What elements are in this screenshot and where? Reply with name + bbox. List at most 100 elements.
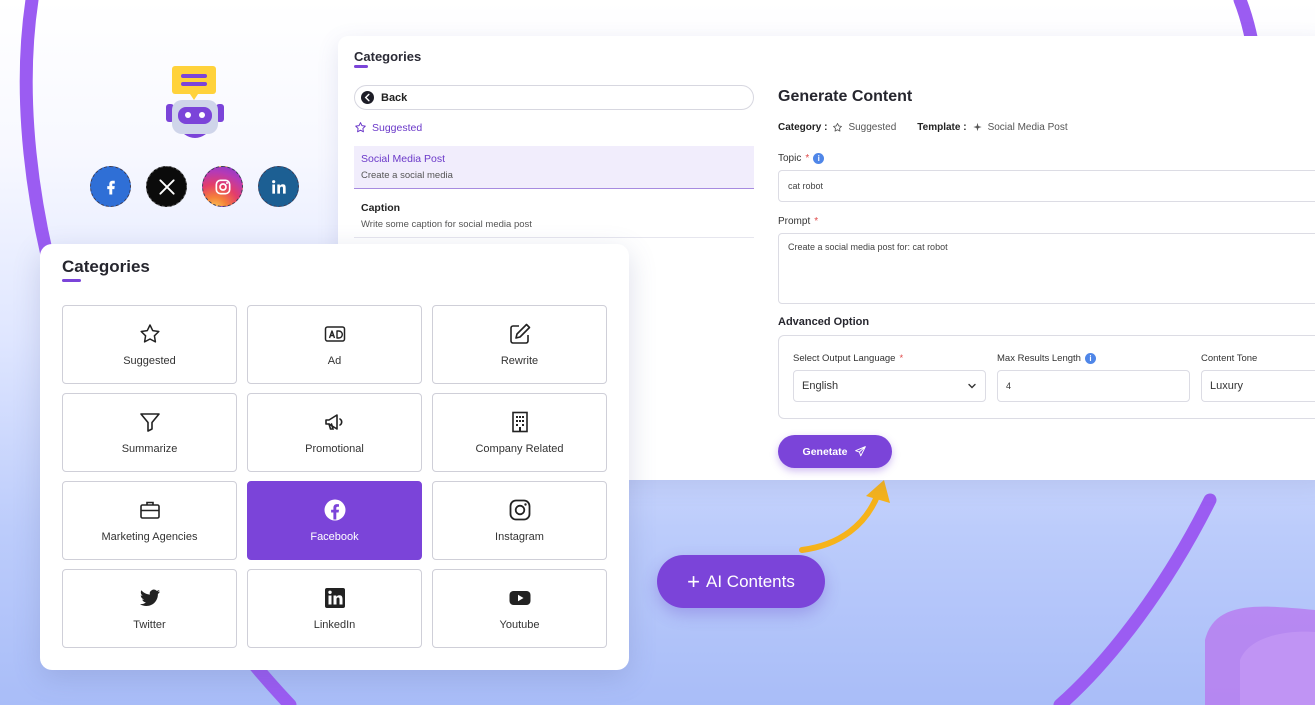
advanced-option-label: Advanced Option bbox=[778, 316, 870, 328]
category-tile-instagram[interactable]: Instagram bbox=[432, 481, 607, 560]
ai-contents-label: AI Contents bbox=[706, 571, 795, 591]
tile-label: LinkedIn bbox=[313, 619, 356, 631]
prompt-value: Create a social media post for: cat robo… bbox=[788, 242, 948, 252]
tile-label: Company Related bbox=[475, 443, 564, 455]
language-label: Select Output Language bbox=[793, 353, 896, 364]
template-label: Template : bbox=[917, 122, 967, 133]
tile-label: Facebook bbox=[310, 531, 359, 543]
category-tile-ad[interactable]: Ad bbox=[247, 305, 422, 384]
category-tile-rewrite[interactable]: Rewrite bbox=[432, 305, 607, 384]
categories-title: Categories bbox=[62, 257, 150, 276]
briefcase-icon bbox=[139, 501, 160, 519]
ad-icon bbox=[324, 326, 345, 342]
required-mark: * bbox=[805, 153, 810, 164]
language-select[interactable]: English bbox=[793, 370, 986, 402]
linkedin-icon[interactable] bbox=[258, 166, 299, 207]
tile-label: Rewrite bbox=[500, 355, 539, 367]
category-tile-linkedin[interactable]: LinkedIn bbox=[247, 569, 422, 648]
generate-meta: Category : Suggested Template : Social M… bbox=[778, 122, 1068, 133]
topic-label-row: Topic * i bbox=[778, 153, 825, 164]
star-icon bbox=[139, 324, 160, 343]
template-desc: Write some caption for social media post bbox=[361, 219, 532, 230]
categories-grid: Suggested Ad Rewrite Summarize Promotion… bbox=[62, 305, 607, 648]
facebook-icon bbox=[324, 499, 345, 521]
filter-icon bbox=[139, 413, 160, 432]
youtube-icon bbox=[509, 591, 530, 605]
back-label: Back bbox=[381, 91, 408, 104]
suggested-label: Suggested bbox=[372, 121, 423, 134]
megaphone-icon bbox=[324, 414, 342, 430]
info-icon[interactable]: i bbox=[1084, 353, 1096, 364]
generate-label: Genetate bbox=[802, 445, 848, 458]
chevron-down-icon bbox=[968, 383, 976, 389]
tile-label: Marketing Agencies bbox=[101, 531, 198, 543]
twitter-icon bbox=[139, 589, 160, 606]
max-length-label: Max Results Length bbox=[997, 353, 1081, 364]
x-icon[interactable] bbox=[146, 166, 187, 207]
tone-label: Content Tone bbox=[1201, 353, 1258, 364]
tile-label: Promotional bbox=[305, 443, 364, 455]
categories-card: Categories Suggested Ad Rewrite Summariz… bbox=[40, 244, 629, 670]
language-value: English bbox=[802, 380, 839, 392]
linkedin-icon bbox=[324, 588, 345, 608]
facebook-icon[interactable] bbox=[90, 166, 131, 207]
ai-contents-badge[interactable]: + AI Contents bbox=[657, 555, 825, 608]
category-label: Category : bbox=[778, 122, 828, 133]
template-value: Social Media Post bbox=[987, 122, 1068, 133]
advanced-options: Select Output Language * English Max Resu… bbox=[778, 335, 1315, 419]
category-value: Suggested bbox=[848, 122, 897, 133]
plus-icon: + bbox=[687, 568, 701, 594]
category-tile-promotional[interactable]: Promotional bbox=[247, 393, 422, 472]
tone-label-row: Content Tone bbox=[1201, 353, 1257, 364]
instagram-icon[interactable] bbox=[202, 166, 243, 207]
topic-label: Topic bbox=[778, 153, 802, 164]
suggested-category[interactable]: Suggested bbox=[354, 121, 422, 134]
category-tile-summarize[interactable]: Summarize bbox=[62, 393, 237, 472]
template-item-caption[interactable]: Caption Write some caption for social me… bbox=[354, 195, 754, 238]
tile-label: Summarize bbox=[121, 443, 178, 455]
social-icons bbox=[90, 166, 299, 207]
sparkle-icon bbox=[972, 122, 982, 132]
category-tile-marketing-agencies[interactable]: Marketing Agencies bbox=[62, 481, 237, 560]
star-icon bbox=[833, 122, 843, 132]
template-item-social-media-post[interactable]: Social Media Post Create a social media bbox=[354, 146, 754, 189]
panel-title: Categories bbox=[354, 49, 422, 64]
required-mark: * bbox=[899, 353, 904, 364]
tone-value: Luxury bbox=[1210, 380, 1244, 392]
topic-input[interactable]: cat robot bbox=[778, 170, 1315, 202]
prompt-label-row: Prompt * bbox=[778, 216, 818, 227]
title-underline bbox=[354, 65, 368, 68]
max-length-value: 4 bbox=[1006, 381, 1012, 391]
title-underline bbox=[62, 279, 81, 282]
generate-button[interactable]: Genetate bbox=[778, 435, 892, 468]
category-tile-suggested[interactable]: Suggested bbox=[62, 305, 237, 384]
edit-icon bbox=[509, 323, 530, 344]
language-label-row: Select Output Language * bbox=[793, 353, 903, 364]
info-icon[interactable]: i bbox=[813, 153, 825, 164]
category-tile-youtube[interactable]: Youtube bbox=[432, 569, 607, 648]
template-title: Caption bbox=[361, 202, 401, 214]
robot-chat-icon bbox=[160, 62, 230, 142]
generate-title: Generate Content bbox=[778, 88, 913, 105]
tile-label: Twitter bbox=[133, 619, 166, 631]
max-length-input[interactable]: 4 bbox=[997, 370, 1190, 402]
category-tile-company-related[interactable]: Company Related bbox=[432, 393, 607, 472]
template-desc: Create a social media bbox=[361, 170, 453, 181]
star-icon bbox=[355, 122, 366, 133]
tone-select[interactable]: Luxury bbox=[1201, 370, 1315, 402]
category-tile-twitter[interactable]: Twitter bbox=[62, 569, 237, 648]
prompt-textarea[interactable]: Create a social media post for: cat robo… bbox=[778, 233, 1315, 304]
back-button[interactable]: Back bbox=[354, 85, 754, 110]
instagram-icon bbox=[509, 499, 530, 521]
tile-label: Ad bbox=[327, 355, 342, 367]
category-tile-facebook[interactable]: Facebook bbox=[247, 481, 422, 560]
template-title: Social Media Post bbox=[361, 153, 446, 165]
topic-value: cat robot bbox=[788, 181, 824, 191]
tile-label: Youtube bbox=[499, 619, 540, 631]
send-icon bbox=[855, 446, 867, 457]
tile-label: Suggested bbox=[123, 355, 176, 367]
max-length-label-row: Max Results Length i bbox=[997, 353, 1096, 364]
required-mark: * bbox=[814, 216, 819, 227]
back-arrow-icon bbox=[361, 91, 374, 104]
building-icon bbox=[511, 411, 528, 433]
